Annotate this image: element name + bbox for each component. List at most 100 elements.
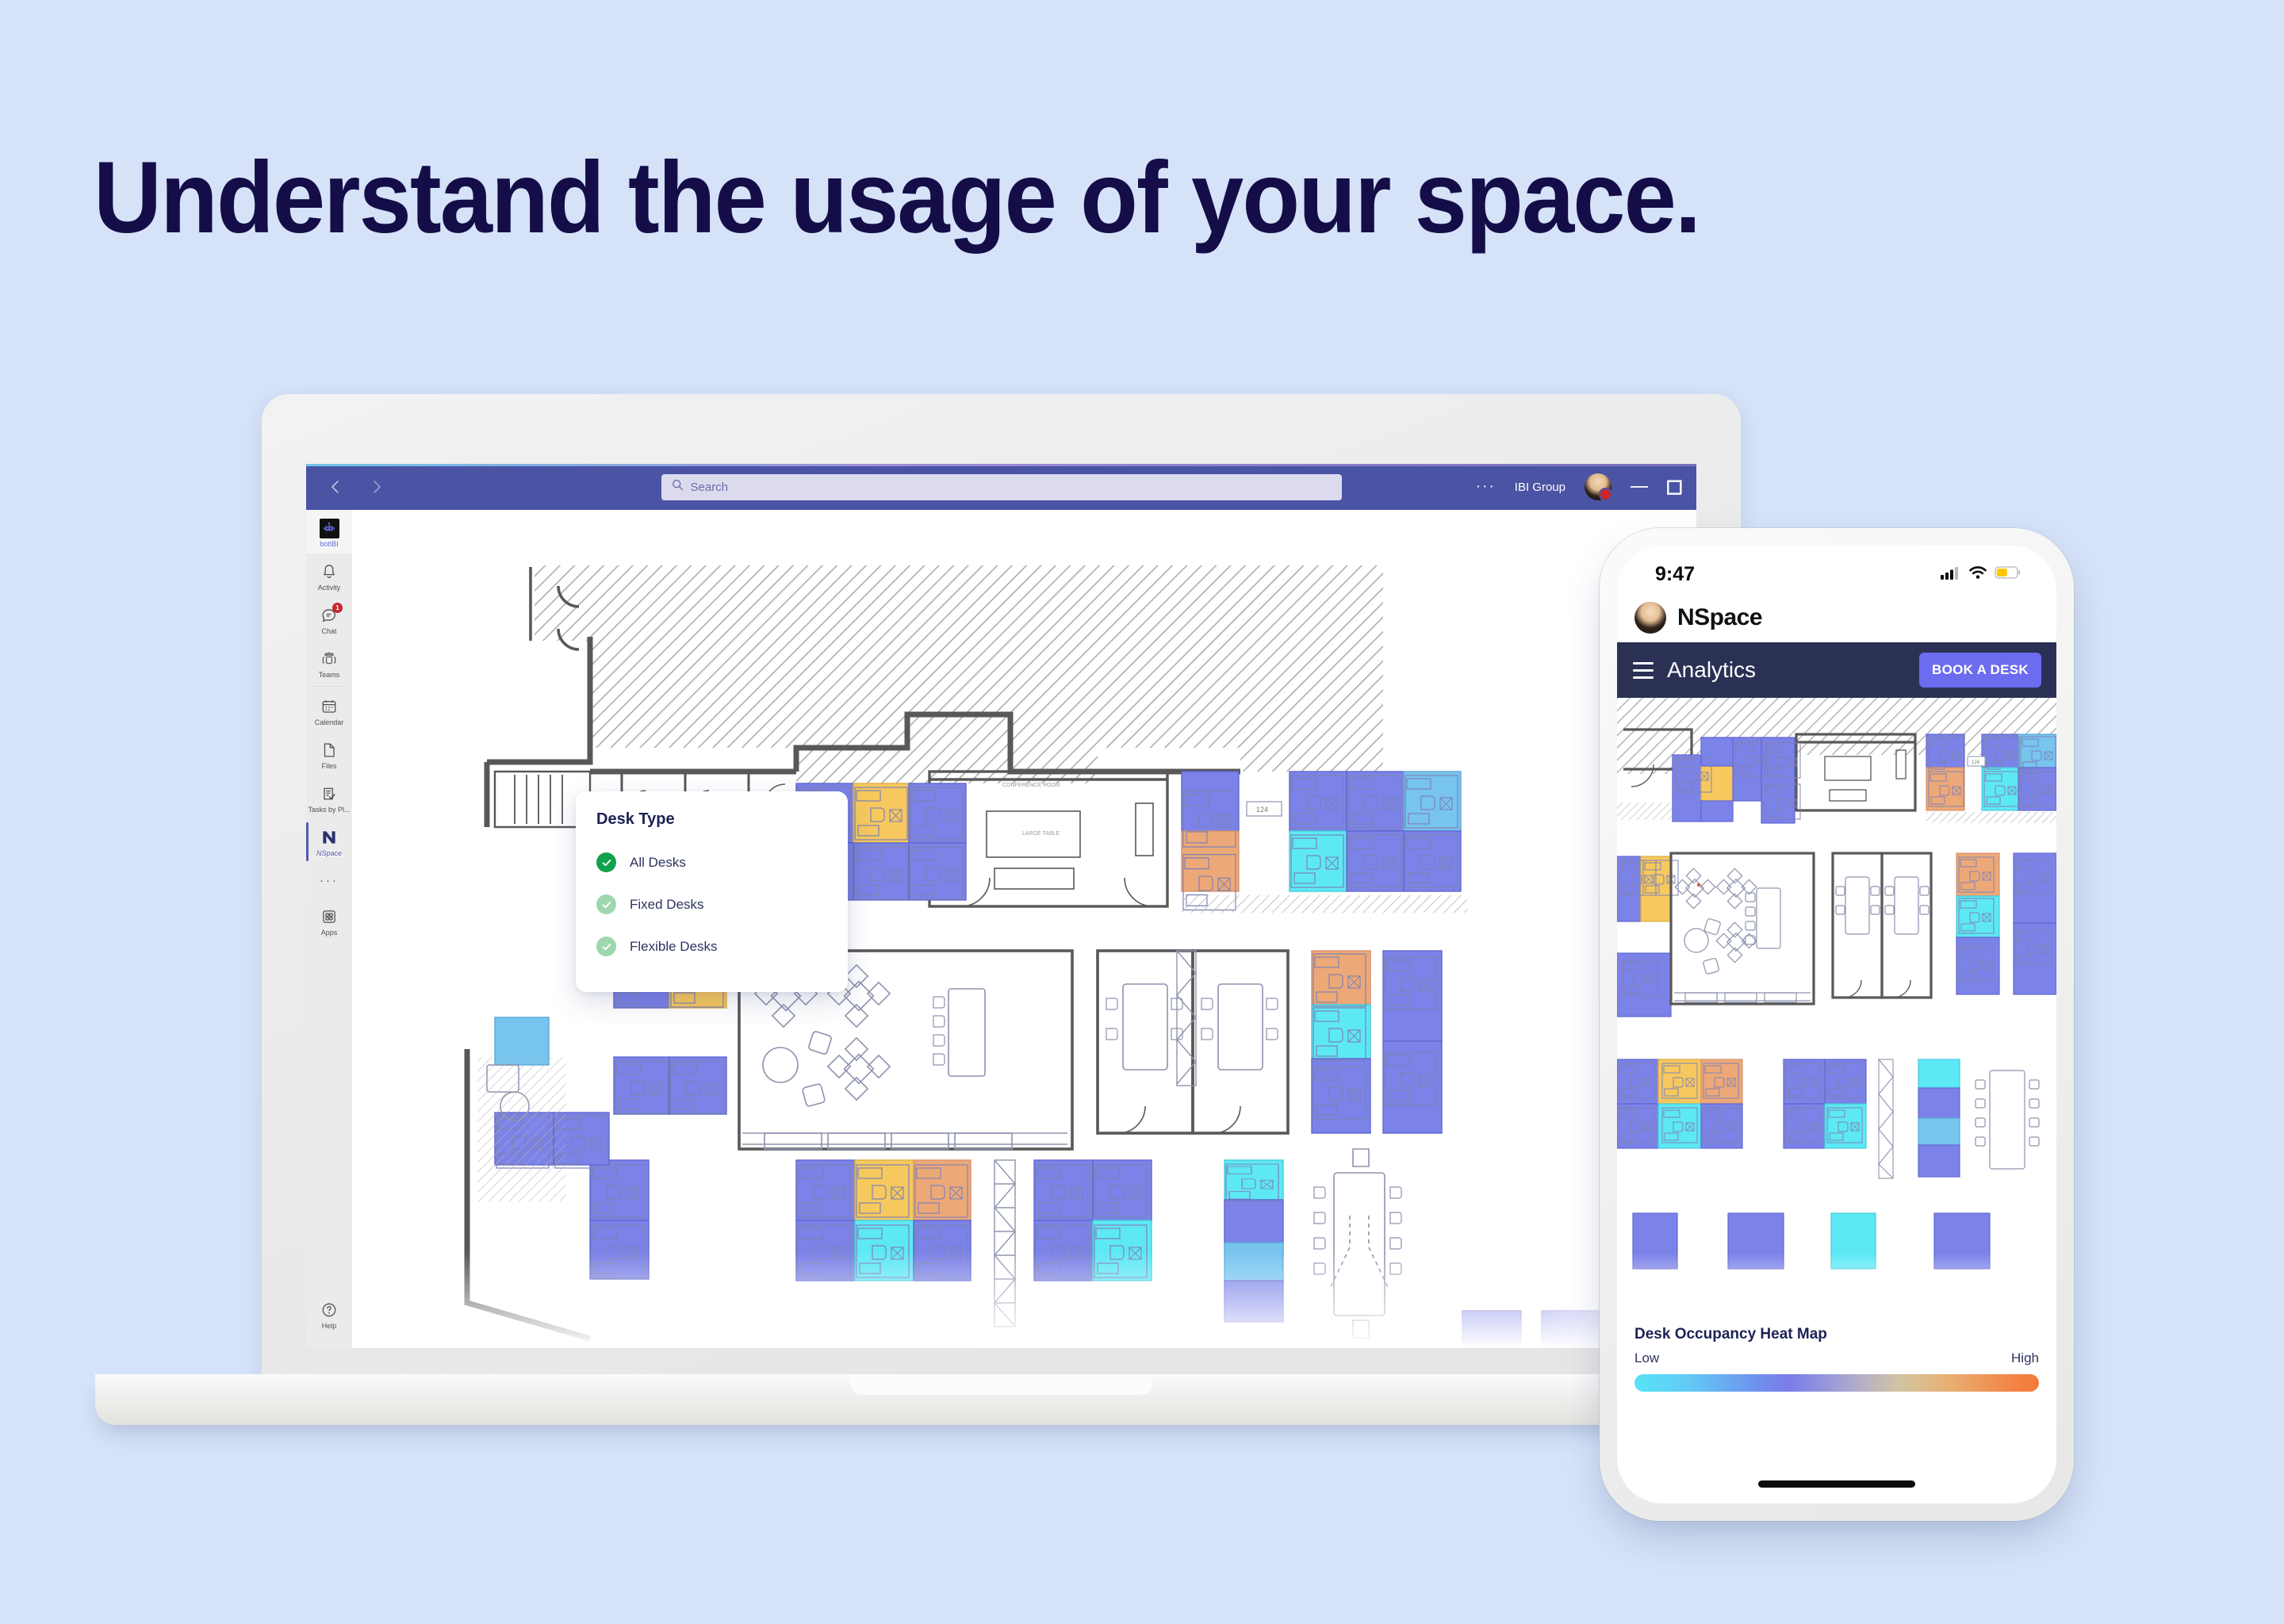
phone-screen: 9:47 NSpace Analytics BOOK A DESK 124 De… (1617, 546, 2056, 1503)
chat-unread-badge: 1 (332, 603, 343, 613)
heatmap-low-label: Low (1634, 1350, 1660, 1365)
sidebar-item-label: Apps (320, 929, 338, 936)
heatmap-gradient-bar (1634, 1374, 2039, 1392)
desk-type-option-all-desks[interactable]: All Desks (596, 852, 848, 872)
sidebar-item-label: Calendar (314, 718, 344, 726)
avatar[interactable] (1634, 602, 1666, 634)
desk-type-option-label: All Desks (630, 854, 686, 870)
sidebar-item-apps[interactable]: Apps (306, 898, 352, 942)
teams-left-rail: botIBI Activity 1 Chat Teams Calendar Fi… (306, 510, 352, 1348)
calendar-icon (319, 696, 339, 717)
desk-cluster (1926, 733, 2056, 811)
status-icons (1941, 565, 2021, 584)
check-icon (596, 936, 616, 956)
restore-button[interactable] (1667, 479, 1682, 495)
book-a-desk-button[interactable]: BOOK A DESK (1919, 653, 2041, 688)
wifi-icon (1968, 565, 1987, 584)
battery-low-power-icon (1995, 565, 2021, 584)
svg-text:CONFERENCE ROOM: CONFERENCE ROOM (1002, 783, 1060, 788)
desk-cluster (1918, 1059, 1960, 1178)
desk-type-option-label: Fixed Desks (630, 896, 704, 912)
desk-type-option-fixed-desks[interactable]: Fixed Desks (596, 894, 848, 914)
desk-cluster (1617, 856, 1679, 1017)
phone-brand-bar: NSpace (1617, 593, 2056, 642)
heatmap-legend-range: Low High (1634, 1350, 2039, 1366)
sidebar-item-label: Tasks by Pl... (308, 806, 351, 814)
rail-divider (313, 686, 345, 687)
sidebar-item-label: Help (321, 1322, 337, 1330)
desk-cluster (1289, 771, 1462, 892)
topbar-right-group: ··· IBI Group (1476, 473, 1682, 501)
hamburger-menu-icon[interactable] (1633, 661, 1654, 679)
search-input[interactable]: Search (661, 473, 1342, 500)
desk-cluster (1617, 1059, 1743, 1149)
minimize-button[interactable] (1631, 486, 1648, 488)
desk-cluster (1956, 852, 2056, 995)
sidebar-item-nspace[interactable]: NSpace (306, 819, 352, 863)
svg-text:LARGE TABLE: LARGE TABLE (1022, 831, 1060, 837)
teams-icon (319, 649, 339, 669)
sidebar-more-button[interactable]: ··· (320, 863, 339, 898)
laptop-screen: Search ··· IBI Group botIBI Activity 1 C… (306, 464, 1696, 1348)
org-name-label[interactable]: IBI Group (1515, 481, 1565, 494)
phone-mockup: 9:47 NSpace Analytics BOOK A DESK 124 De… (1600, 528, 2074, 1521)
home-indicator[interactable] (1758, 1480, 1915, 1488)
teams-top-bar: Search ··· IBI Group (306, 464, 1696, 510)
phone-status-bar: 9:47 (1617, 546, 2056, 593)
sidebar-item-label: Chat (321, 627, 337, 635)
floorplan-canvas[interactable]: CONFERENCE ROOM LARGE TABLE 124 Desk Typ… (352, 510, 1696, 1348)
nspace-icon (319, 827, 339, 848)
app-bar-title: Analytics (1667, 657, 1757, 682)
heatmap-legend-title: Desk Occupancy Heat Map (1634, 1326, 1827, 1342)
sidebar-item-botibi[interactable]: botIBI (306, 510, 352, 553)
desk-type-card[interactable]: Desk Type All Desks Fixed Desks Flexible… (576, 791, 848, 992)
hatched-zone (535, 565, 1383, 783)
meeting-rooms (1096, 949, 1290, 1135)
desk-cluster (1311, 950, 1443, 1134)
sidebar-item-chat[interactable]: 1 Chat (306, 597, 352, 641)
phone-heatmap-legend: Desk Occupancy Heat Map Low High (1617, 1313, 2056, 1392)
desk-type-option-flexible-desks[interactable]: Flexible Desks (596, 936, 848, 956)
desk-type-title: Desk Type (596, 810, 675, 828)
laptop-trackpad-notch (850, 1374, 1152, 1395)
check-icon (596, 894, 616, 914)
sidebar-item-calendar[interactable]: Calendar (306, 688, 352, 732)
sidebar-item-activity[interactable]: Activity (306, 553, 352, 597)
floorplan-svg: CONFERENCE ROOM LARGE TABLE 124 (352, 510, 1696, 1348)
heatmap-high-label: High (2011, 1350, 2039, 1365)
sidebar-item-teams[interactable]: Teams (306, 641, 352, 684)
bot-icon (319, 518, 339, 538)
tasks-icon (319, 783, 339, 804)
svg-text:124: 124 (1972, 760, 1980, 765)
sidebar-item-help[interactable]: Help (306, 1292, 352, 1335)
apps-grid-icon (319, 906, 339, 927)
search-placeholder-label: Search (690, 480, 729, 494)
lounge-furniture (742, 963, 1067, 1150)
desk-type-option-label: Flexible Desks (630, 938, 718, 954)
file-icon (319, 740, 339, 760)
sidebar-item-tasks[interactable]: Tasks by Pl... (306, 776, 352, 819)
chevron-left-icon[interactable] (327, 478, 344, 496)
help-circle-icon (319, 1300, 339, 1320)
sidebar-item-files[interactable]: Files (306, 732, 352, 776)
avatar[interactable] (1585, 473, 1612, 501)
app-bar-left: Analytics (1633, 657, 1756, 683)
bell-icon (319, 561, 339, 582)
chevron-right-icon[interactable] (368, 478, 385, 496)
overflow-menu-button[interactable]: ··· (1476, 479, 1496, 494)
sidebar-item-label: Files (321, 762, 337, 770)
page-title: Understand the usage of your space. (94, 141, 1701, 255)
sidebar-item-label: Activity (317, 584, 341, 592)
sidebar-item-label: botIBI (320, 540, 339, 548)
sidebar-item-label: NSpace (316, 849, 343, 857)
check-icon (596, 852, 616, 872)
nav-arrows (327, 478, 385, 496)
desk-cluster (1181, 771, 1240, 911)
signal-bars-icon (1941, 565, 1961, 584)
desk-cluster (1783, 1059, 1867, 1149)
phone-floorplan-canvas[interactable]: 124 (1617, 698, 2056, 1313)
search-icon (672, 479, 684, 495)
chat-icon: 1 (319, 603, 343, 626)
laptop-mockup: Search ··· IBI Group botIBI Activity 1 C… (95, 394, 1911, 1425)
room-number-label: 124 (1256, 806, 1268, 814)
